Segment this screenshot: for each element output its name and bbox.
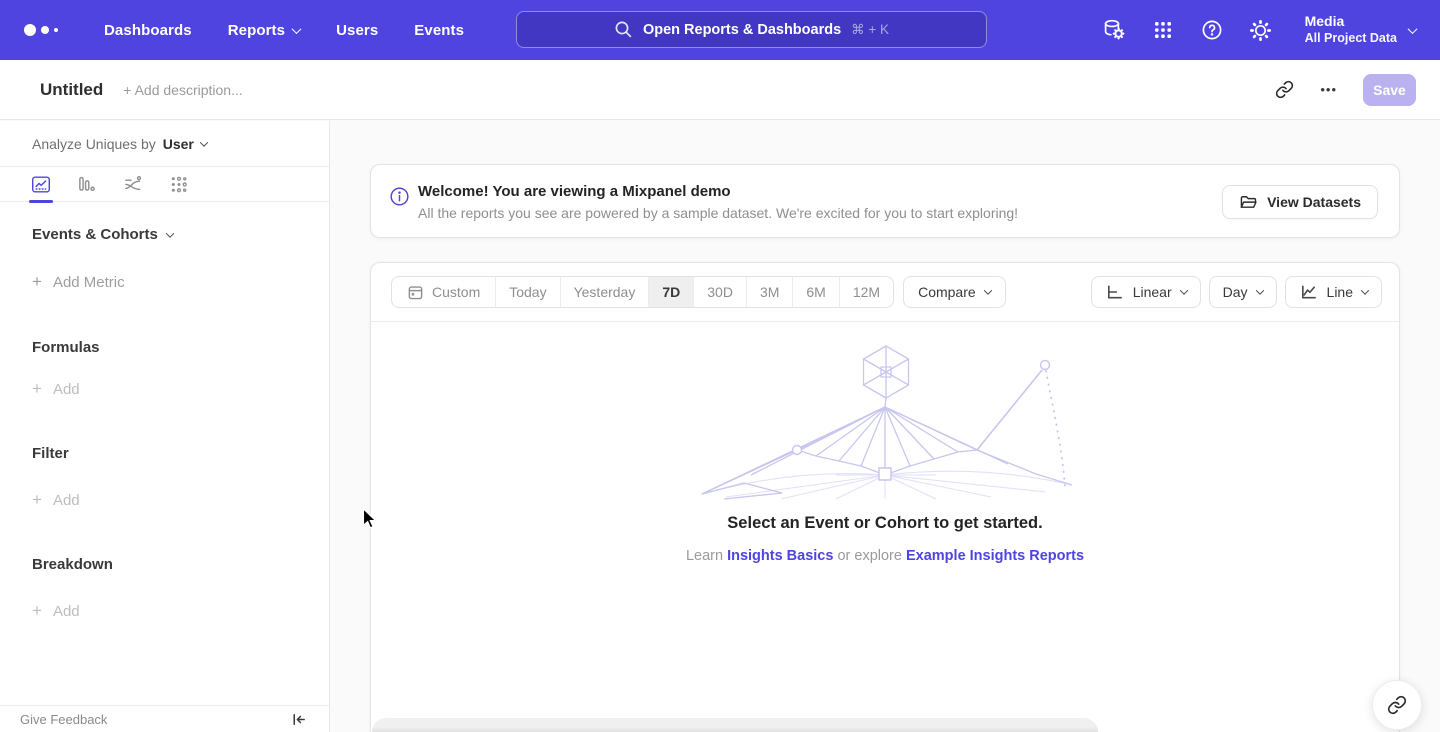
- give-feedback-link[interactable]: Give Feedback: [20, 712, 107, 727]
- chevron-down-icon: [1361, 286, 1369, 294]
- insights-basics-link[interactable]: Insights Basics: [727, 548, 833, 564]
- bottom-panel-edge: [372, 718, 1098, 732]
- date-range-6m[interactable]: 6M: [792, 277, 838, 307]
- search-icon: [614, 20, 633, 39]
- project-scope: All Project Data: [1305, 31, 1397, 47]
- compare-dropdown[interactable]: Compare: [903, 276, 1006, 308]
- project-name: Media: [1305, 13, 1397, 31]
- date-range-7d[interactable]: 7D: [648, 277, 693, 307]
- calendar-icon: [407, 284, 424, 301]
- funnels-icon[interactable]: [77, 174, 97, 194]
- navbar-right: Media All Project Data: [1101, 0, 1416, 60]
- add-description-field[interactable]: + Add description...: [123, 82, 242, 98]
- chevron-down-icon: [200, 138, 208, 146]
- main-content: Welcome! You are viewing a Mixpanel demo…: [331, 121, 1440, 732]
- section-breakdown: Breakdown: [0, 556, 329, 573]
- mixpanel-logo-icon[interactable]: [24, 24, 60, 36]
- date-range-30d[interactable]: 30D: [693, 277, 746, 307]
- date-range-custom[interactable]: Custom: [392, 277, 495, 307]
- data-settings-icon[interactable]: [1101, 17, 1127, 43]
- help-icon[interactable]: [1199, 17, 1225, 43]
- banner-title: Welcome! You are viewing a Mixpanel demo: [418, 183, 1018, 200]
- add-filter-button[interactable]: +Add: [0, 490, 329, 510]
- copy-link-icon[interactable]: [1274, 80, 1294, 100]
- link-icon: [1387, 695, 1407, 715]
- analyze-label: Analyze Uniques by: [32, 136, 156, 152]
- section-events-cohorts[interactable]: Events & Cohorts: [0, 226, 329, 243]
- share-link-fab[interactable]: [1372, 680, 1422, 730]
- axis-linear-icon: [1105, 283, 1124, 301]
- global-search-input[interactable]: Open Reports & Dashboards ⌘ + K: [516, 11, 987, 48]
- insights-report-card: Custom Today Yesterday 7D 30D 3M 6M 12M …: [370, 262, 1400, 732]
- nav-item-users[interactable]: Users: [336, 22, 378, 39]
- date-range-12m[interactable]: 12M: [839, 277, 893, 307]
- top-navbar: Dashboards Reports Users Events Open Rep…: [0, 0, 1440, 60]
- nav-item-events[interactable]: Events: [414, 22, 464, 39]
- date-range-today[interactable]: Today: [495, 277, 559, 307]
- retention-icon[interactable]: [169, 174, 189, 194]
- welcome-banner: Welcome! You are viewing a Mixpanel demo…: [370, 164, 1400, 238]
- more-options-button[interactable]: •••: [1320, 82, 1337, 97]
- chevron-down-icon: [166, 229, 174, 237]
- chevron-down-icon: [292, 24, 302, 34]
- chevron-down-icon: [1408, 24, 1418, 34]
- section-formulas: Formulas: [0, 339, 329, 356]
- date-range-yesterday[interactable]: Yesterday: [560, 277, 649, 307]
- date-range-segmented-control: Custom Today Yesterday 7D 30D 3M 6M 12M: [391, 276, 894, 308]
- flows-icon[interactable]: [123, 174, 143, 194]
- date-range-3m[interactable]: 3M: [746, 277, 792, 307]
- query-builder-sidebar: Analyze Uniques by User: [0, 121, 330, 732]
- collapse-left-icon[interactable]: [289, 710, 307, 728]
- chart-type-dropdown[interactable]: Line: [1285, 276, 1382, 308]
- report-type-tabs: [0, 167, 329, 202]
- chevron-down-icon: [1255, 286, 1263, 294]
- chevron-down-icon: [1179, 286, 1187, 294]
- empty-state-links: Learn Insights Basics or explore Example…: [371, 548, 1399, 564]
- example-insights-reports-link[interactable]: Example Insights Reports: [906, 548, 1084, 564]
- report-controls: Custom Today Yesterday 7D 30D 3M 6M 12M …: [371, 263, 1399, 322]
- nav-menu: Dashboards Reports Users Events: [104, 22, 464, 39]
- report-title[interactable]: Untitled: [40, 80, 103, 100]
- section-filter: Filter: [0, 445, 329, 462]
- selected-tab-underline: [29, 200, 53, 203]
- granularity-dropdown[interactable]: Day: [1209, 276, 1277, 308]
- nav-item-dashboards[interactable]: Dashboards: [104, 22, 192, 39]
- banner-subtitle: All the reports you see are powered by a…: [418, 205, 1018, 221]
- scale-dropdown[interactable]: Linear: [1091, 276, 1201, 308]
- search-placeholder: Open Reports & Dashboards: [643, 22, 841, 38]
- add-metric-button[interactable]: +Add Metric: [0, 272, 329, 292]
- info-icon: [389, 186, 410, 212]
- save-button[interactable]: Save: [1363, 74, 1416, 106]
- folder-icon: [1239, 194, 1258, 211]
- empty-state-illustration: [696, 342, 1076, 500]
- empty-state-title: Select an Event or Cohort to get started…: [371, 514, 1399, 533]
- insights-chart-icon[interactable]: [31, 174, 51, 194]
- report-header: Untitled + Add description... ••• Save: [0, 60, 1440, 120]
- project-switcher[interactable]: Media All Project Data: [1305, 13, 1416, 46]
- gear-icon[interactable]: [1248, 17, 1274, 43]
- add-formula-button[interactable]: +Add: [0, 379, 329, 399]
- analyze-by-dropdown[interactable]: User: [163, 136, 207, 152]
- apps-grid-icon[interactable]: [1150, 17, 1176, 43]
- search-shortcut: ⌘ + K: [851, 22, 889, 38]
- mixpanel-insights-page: Dashboards Reports Users Events Open Rep…: [0, 0, 1440, 732]
- nav-item-reports[interactable]: Reports: [228, 22, 300, 39]
- line-chart-icon: [1299, 283, 1318, 301]
- empty-state: Select an Event or Cohort to get started…: [371, 322, 1399, 732]
- chevron-down-icon: [983, 286, 991, 294]
- add-breakdown-button[interactable]: +Add: [0, 601, 329, 621]
- analyze-uniques-row: Analyze Uniques by User: [0, 121, 329, 167]
- view-datasets-button[interactable]: View Datasets: [1222, 185, 1378, 219]
- sidebar-footer: Give Feedback: [0, 705, 329, 732]
